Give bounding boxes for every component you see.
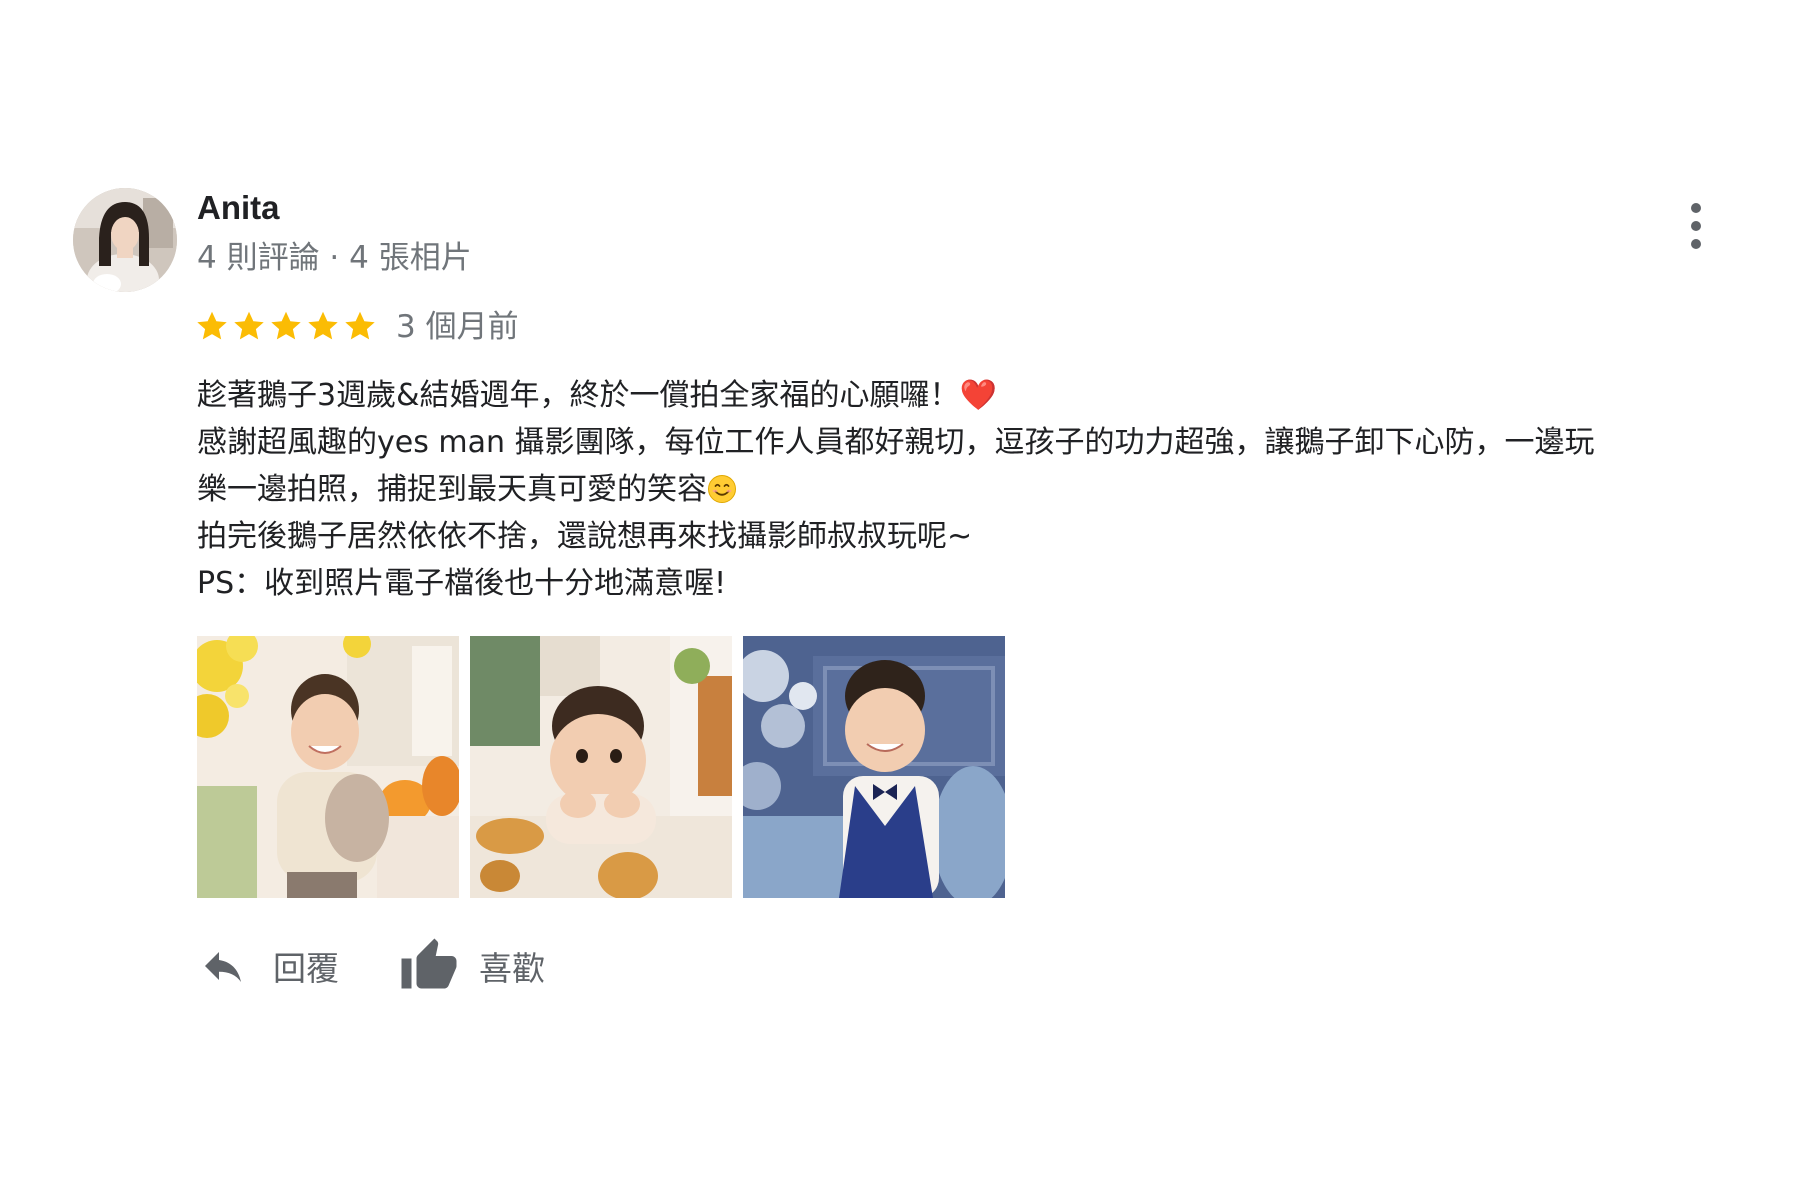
- photo-boy-with-pumpkins: [197, 636, 459, 898]
- review-line: 趁著鵝子3週歲&結婚週年，終於一償拍全家福的心願囉！❤️: [197, 372, 1787, 419]
- reply-button[interactable]: 回覆: [197, 942, 339, 990]
- star-icon: [234, 311, 264, 340]
- reply-label: 回覆: [273, 949, 339, 988]
- review-line-text: 樂一邊拍照，捕捉到最天真可愛的笑容: [197, 472, 707, 507]
- review-actions: 回覆 喜歡: [197, 934, 545, 998]
- smile-emoji-icon: [708, 475, 736, 503]
- reply-icon: [205, 952, 241, 982]
- review-photo[interactable]: [470, 636, 732, 898]
- like-label: 喜歡: [479, 949, 545, 988]
- review-photo[interactable]: [197, 636, 459, 898]
- star-icon: [271, 311, 301, 340]
- review-photos: [197, 636, 1005, 898]
- review-line: 感謝超風趣的yes man 攝影團隊，每位工作人員都好親切，逗孩子的功力超強，讓…: [197, 425, 1595, 460]
- photo-boy-in-blue-vest: [743, 636, 1005, 898]
- like-button[interactable]: 喜歡: [397, 936, 545, 996]
- more-options-button[interactable]: [1672, 196, 1720, 256]
- star-icon: [345, 311, 375, 340]
- author-name[interactable]: Anita: [197, 186, 280, 230]
- review-card: Anita 4 則評論 · 4 張相片 3 個月前 趁著鵝子3週歲&結婚週年，終…: [0, 0, 1800, 1200]
- heart-icon: ❤️: [959, 378, 997, 413]
- star-icon: [308, 311, 338, 340]
- more-options-dot: [1691, 221, 1701, 231]
- photo-boy-with-bread: [470, 636, 732, 898]
- review-line-text: 趁著鵝子3週歲&結婚週年，終於一償拍全家福的心願囉！: [197, 378, 960, 413]
- author-meta: 4 則評論 · 4 張相片: [197, 240, 472, 276]
- star-rating: [194, 304, 378, 348]
- more-options-icon: [1691, 203, 1701, 213]
- review-text: 趁著鵝子3週歲&結婚週年，終於一償拍全家福的心願囉！❤️ 感謝超風趣的yes m…: [197, 372, 1787, 607]
- review-line: 樂一邊拍照，捕捉到最天真可愛的笑容: [197, 466, 1787, 513]
- review-date: 3 個月前: [396, 309, 519, 345]
- review-photo[interactable]: [743, 636, 1005, 898]
- thumbs-up-icon: [401, 938, 457, 989]
- avatar-image: [73, 188, 177, 292]
- review-line: 拍完後鵝子居然依依不捨，還說想再來找攝影師叔叔玩呢~: [197, 519, 973, 554]
- star-icon: [197, 311, 227, 340]
- more-options-dot: [1691, 239, 1701, 249]
- author-avatar[interactable]: [73, 188, 177, 292]
- review-line: PS：收到照片電子檔後也十分地滿意喔!: [197, 566, 727, 601]
